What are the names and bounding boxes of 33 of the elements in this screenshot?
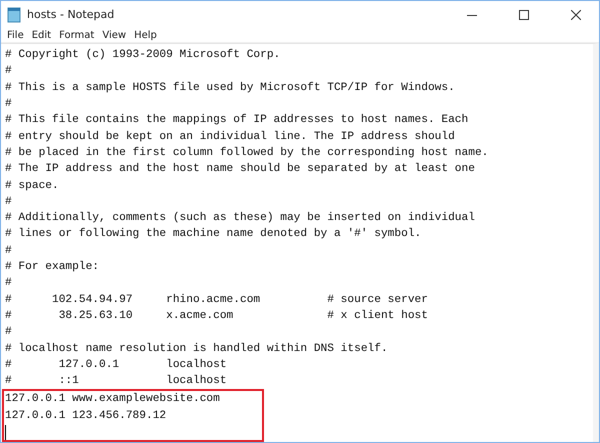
maximize-icon (519, 10, 529, 20)
text-line: # Copyright (c) 1993-2009 Microsoft Corp. (5, 48, 282, 64)
text-line: 127.0.0.1 123.456.789.12 (5, 408, 168, 424)
text-line: # 102.54.94.97 rhino.acme.com # source server (5, 292, 429, 308)
text-line: # This is a sample HOSTS file used by Microsoft TCP/IP for Windows. (5, 80, 456, 96)
menu-item[interactable]: View (98, 30, 130, 41)
text-cursor (5, 425, 6, 440)
text-line: # space. (5, 178, 60, 194)
close-icon (571, 10, 581, 20)
text-line: # (5, 97, 13, 112)
text-line: # be placed in the first column followed by the corresponding host name. (5, 146, 490, 161)
menu-item[interactable]: Help (130, 30, 161, 41)
text-line: # localhost name resolution is handled within DNS itself. (5, 342, 389, 357)
text-line: # entry should be kept on an individual line. The IP address should (5, 130, 456, 145)
text-line: # For example: (5, 260, 100, 276)
window-title: hosts - Notepad (27, 8, 116, 21)
text-line: # (5, 325, 13, 340)
menu-item[interactable]: Edit (28, 30, 56, 41)
text-line: # The IP address and the host name should be separated by at least one (5, 162, 476, 178)
text-line: # (5, 194, 13, 210)
text-line: # 127.0.0.1 localhost (5, 358, 228, 373)
notepad-icon (7, 6, 21, 22)
text-line: # lines or following the machine name denoted by a '#' symbol. (5, 226, 422, 242)
text-line: # (5, 276, 13, 292)
text-line: # This file contains the mappings of IP addresses to host names. Each (5, 112, 470, 128)
text-line: 127.0.0.1 www.examplewebsite.com (5, 392, 221, 408)
menu-item[interactable]: File (3, 30, 28, 41)
text-line: # (5, 64, 13, 80)
text-line: # (5, 244, 13, 259)
menu-item[interactable]: Format (55, 30, 98, 41)
text-line: # ::1 localhost (5, 374, 228, 390)
text-line: # Additionally, comments (such as these) may be inserted on individual (5, 210, 476, 226)
text-line: # 38.25.63.10 x.acme.com # x client host (5, 308, 429, 324)
